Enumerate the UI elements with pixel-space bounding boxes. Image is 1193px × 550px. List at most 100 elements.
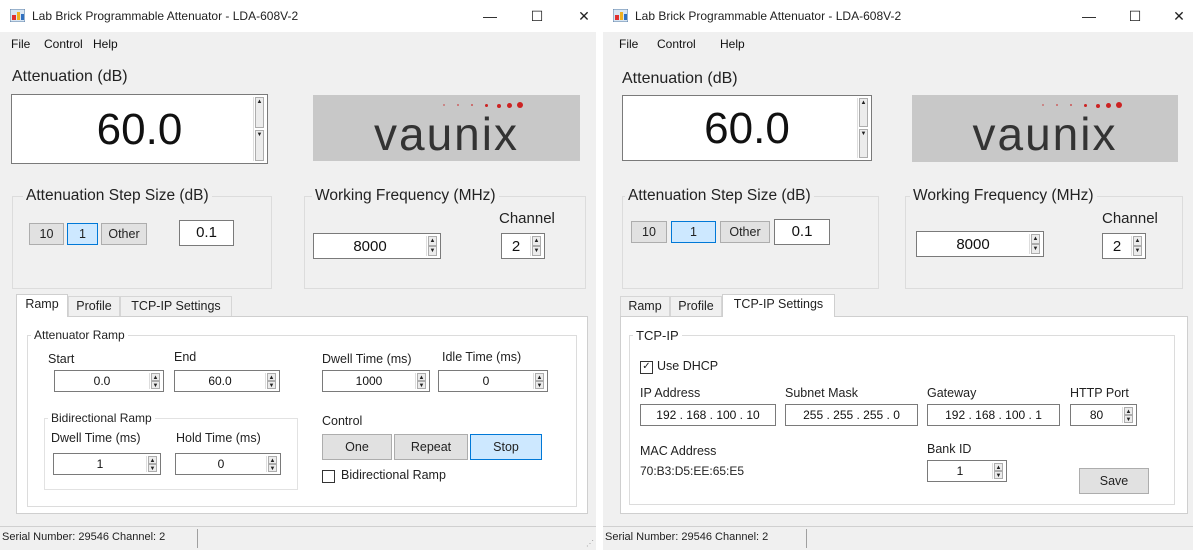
bidirectional-ramp-checkbox-label[interactable]: Bidirectional Ramp bbox=[341, 468, 446, 482]
dwell-time-input[interactable]: 1000 ▲ ▼ bbox=[322, 370, 430, 392]
spin-up-icon[interactable]: ▲ bbox=[268, 456, 277, 464]
gateway-input[interactable]: 192 . 168 . 100 . 1 bbox=[927, 404, 1060, 426]
menu-control[interactable]: Control bbox=[44, 37, 83, 51]
spin-up-icon[interactable]: ▲ bbox=[151, 373, 160, 381]
frequency-input[interactable]: 8000 ▲ ▼ bbox=[313, 233, 441, 259]
spin-up-icon[interactable]: ▲ bbox=[1133, 236, 1142, 246]
spin-up-icon[interactable]: ▲ bbox=[417, 373, 426, 381]
spin-down-icon[interactable]: ▼ bbox=[255, 130, 264, 161]
title-bar[interactable]: Lab Brick Programmable Attenuator - LDA-… bbox=[0, 0, 596, 32]
tcpip-tab-panel: TCP-IP ✓ Use DHCP IP Address Subnet Mask… bbox=[620, 316, 1188, 514]
ramp-one-button[interactable]: One bbox=[322, 434, 392, 460]
spin-down-icon[interactable]: ▼ bbox=[268, 464, 277, 472]
bidir-dwell-input[interactable]: 1 ▲ ▼ bbox=[53, 453, 161, 475]
spin-down-icon[interactable]: ▼ bbox=[1031, 244, 1040, 254]
tab-tcpip-settings[interactable]: TCP-IP Settings bbox=[722, 294, 835, 317]
step-10-button[interactable]: 10 bbox=[29, 223, 64, 245]
bidir-dwell-spinner[interactable]: ▲ ▼ bbox=[146, 456, 158, 472]
spin-down-icon[interactable]: ▼ bbox=[417, 381, 426, 389]
attenuation-spinner[interactable]: ▲ ▼ bbox=[857, 98, 869, 158]
hold-time-input[interactable]: 0 ▲ ▼ bbox=[175, 453, 281, 475]
spin-down-icon[interactable]: ▼ bbox=[535, 381, 544, 389]
frequency-spinner[interactable]: ▲ ▼ bbox=[1029, 234, 1041, 254]
spin-up-icon[interactable]: ▲ bbox=[532, 236, 541, 246]
bidirectional-ramp-checkbox[interactable] bbox=[322, 470, 335, 483]
spin-up-icon[interactable]: ▲ bbox=[255, 97, 264, 128]
use-dhcp-checkbox[interactable]: ✓ bbox=[640, 361, 653, 374]
maximize-button[interactable]: ☐ bbox=[1121, 4, 1149, 28]
spin-down-icon[interactable]: ▼ bbox=[859, 129, 868, 158]
hold-time-label: Hold Time (ms) bbox=[176, 431, 261, 445]
bank-id-input[interactable]: 1 ▲ ▼ bbox=[927, 460, 1007, 482]
spin-down-icon[interactable]: ▼ bbox=[994, 471, 1003, 479]
bidir-dwell-value: 1 bbox=[96, 457, 104, 471]
spin-down-icon[interactable]: ▼ bbox=[1133, 246, 1142, 256]
spin-down-icon[interactable]: ▼ bbox=[1124, 415, 1133, 423]
end-input[interactable]: 60.0 ▲ ▼ bbox=[174, 370, 280, 392]
tab-ramp[interactable]: Ramp bbox=[16, 294, 68, 317]
channel-spinner[interactable]: ▲ ▼ bbox=[530, 236, 542, 256]
spin-up-icon[interactable]: ▲ bbox=[1124, 407, 1133, 415]
step-10-button[interactable]: 10 bbox=[631, 221, 667, 243]
dwell-time-spinner[interactable]: ▲ ▼ bbox=[415, 373, 427, 389]
spin-down-icon[interactable]: ▼ bbox=[267, 381, 276, 389]
spin-down-icon[interactable]: ▼ bbox=[151, 381, 160, 389]
tab-profile[interactable]: Profile bbox=[670, 296, 722, 316]
spin-down-icon[interactable]: ▼ bbox=[532, 246, 541, 256]
use-dhcp-label[interactable]: Use DHCP bbox=[657, 359, 718, 373]
bank-id-spinner[interactable]: ▲ ▼ bbox=[992, 463, 1004, 479]
attenuation-input[interactable]: 60.0 ▲ ▼ bbox=[11, 94, 268, 164]
http-port-spinner[interactable]: ▲ ▼ bbox=[1122, 407, 1134, 423]
minimize-button[interactable]: — bbox=[1075, 4, 1103, 28]
spin-down-icon[interactable]: ▼ bbox=[148, 464, 157, 472]
channel-input[interactable]: 2 ▲ ▼ bbox=[1102, 233, 1146, 259]
idle-time-input[interactable]: 0 ▲ ▼ bbox=[438, 370, 548, 392]
step-other-button[interactable]: Other bbox=[720, 221, 770, 243]
spin-down-icon[interactable]: ▼ bbox=[428, 246, 437, 256]
spin-up-icon[interactable]: ▲ bbox=[428, 236, 437, 246]
spin-up-icon[interactable]: ▲ bbox=[994, 463, 1003, 471]
frequency-input[interactable]: 8000 ▲ ▼ bbox=[916, 231, 1044, 257]
control-label: Control bbox=[322, 414, 363, 428]
tab-profile[interactable]: Profile bbox=[68, 296, 120, 316]
step-other-button[interactable]: Other bbox=[101, 223, 147, 245]
spin-up-icon[interactable]: ▲ bbox=[535, 373, 544, 381]
close-button[interactable]: ✕ bbox=[1165, 4, 1193, 28]
spin-up-icon[interactable]: ▲ bbox=[859, 98, 868, 127]
save-button[interactable]: Save bbox=[1079, 468, 1149, 494]
start-input[interactable]: 0.0 ▲ ▼ bbox=[54, 370, 164, 392]
menu-file[interactable]: File bbox=[11, 37, 30, 51]
step-1-button[interactable]: 1 bbox=[671, 221, 716, 243]
http-port-input[interactable]: 80 ▲ ▼ bbox=[1070, 404, 1137, 426]
ramp-repeat-button[interactable]: Repeat bbox=[394, 434, 468, 460]
attenuation-spinner[interactable]: ▲ ▼ bbox=[253, 97, 265, 161]
title-bar[interactable]: Lab Brick Programmable Attenuator - LDA-… bbox=[603, 0, 1193, 32]
tab-tcpip-settings[interactable]: TCP-IP Settings bbox=[120, 296, 232, 316]
subnet-mask-input[interactable]: 255 . 255 . 255 . 0 bbox=[785, 404, 918, 426]
idle-time-spinner[interactable]: ▲ ▼ bbox=[533, 373, 545, 389]
ip-address-input[interactable]: 192 . 168 . 100 . 10 bbox=[640, 404, 776, 426]
menu-file[interactable]: File bbox=[619, 37, 638, 51]
menu-help[interactable]: Help bbox=[720, 37, 745, 51]
spin-up-icon[interactable]: ▲ bbox=[148, 456, 157, 464]
channel-input[interactable]: 2 ▲ ▼ bbox=[501, 233, 545, 259]
spin-up-icon[interactable]: ▲ bbox=[267, 373, 276, 381]
step-other-input[interactable]: 0.1 bbox=[774, 219, 830, 245]
maximize-button[interactable]: ☐ bbox=[523, 4, 551, 28]
minimize-button[interactable]: — bbox=[476, 4, 504, 28]
tab-ramp[interactable]: Ramp bbox=[620, 296, 670, 316]
close-button[interactable]: ✕ bbox=[570, 4, 596, 28]
menu-control[interactable]: Control bbox=[657, 37, 696, 51]
ramp-stop-button[interactable]: Stop bbox=[470, 434, 542, 460]
menu-help[interactable]: Help bbox=[93, 37, 118, 51]
step-1-button[interactable]: 1 bbox=[67, 223, 98, 245]
resize-grip-icon[interactable]: ⋰ bbox=[586, 539, 594, 548]
step-other-input[interactable]: 0.1 bbox=[179, 220, 234, 246]
hold-time-spinner[interactable]: ▲ ▼ bbox=[266, 456, 278, 472]
attenuation-input[interactable]: 60.0 ▲ ▼ bbox=[622, 95, 872, 161]
spin-up-icon[interactable]: ▲ bbox=[1031, 234, 1040, 244]
start-spinner[interactable]: ▲ ▼ bbox=[149, 373, 161, 389]
channel-spinner[interactable]: ▲ ▼ bbox=[1131, 236, 1143, 256]
frequency-spinner[interactable]: ▲ ▼ bbox=[426, 236, 438, 256]
end-spinner[interactable]: ▲ ▼ bbox=[265, 373, 277, 389]
